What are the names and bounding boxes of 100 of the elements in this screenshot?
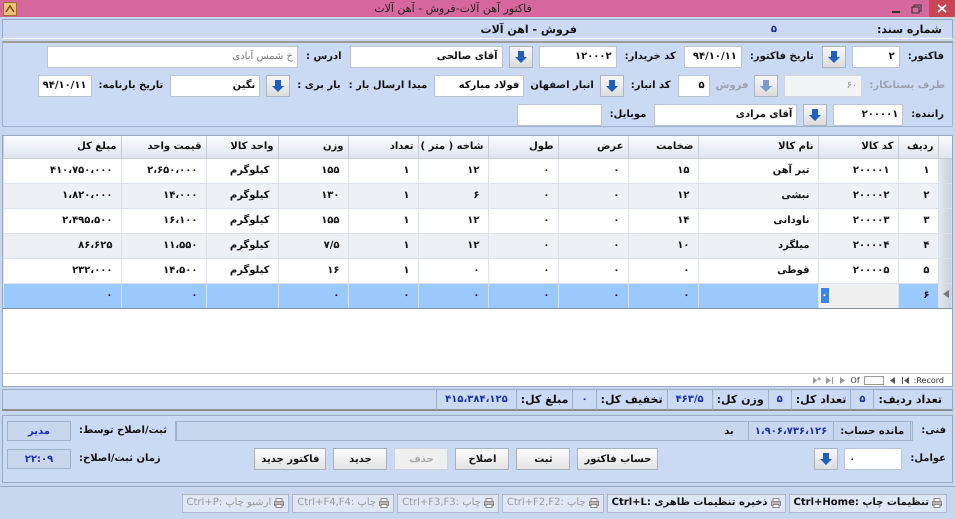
- down-arrow-icon: [826, 50, 841, 64]
- input-field[interactable]: [516, 104, 602, 126]
- lookup-button[interactable]: [822, 46, 846, 68]
- column-header[interactable]: شاخه ( متر ): [418, 136, 488, 158]
- editor-value: مدیر: [7, 421, 71, 441]
- field-label: عوامل:: [909, 452, 947, 466]
- column-header[interactable]: ضخامت: [628, 136, 698, 158]
- table-row[interactable]: ۶ ۰ ۰ ۰ ۰ ۰ ۰ ۰ ۰ ۰: [4, 283, 952, 308]
- down-arrow-icon: [808, 108, 822, 122]
- table-cell: ۱۶،۱۰۰: [163, 215, 198, 226]
- column-header[interactable]: وزن: [278, 136, 348, 158]
- section-title: فروش - اهن آلات: [480, 22, 577, 36]
- table-cell: ۰: [403, 290, 410, 301]
- table-cell: ۱۳۰: [321, 190, 340, 201]
- column-header[interactable]: کد کالا: [818, 136, 898, 158]
- input-field[interactable]: ۰: [844, 448, 902, 470]
- table-cell: ناودانی: [773, 215, 810, 226]
- input-field[interactable]: ۱۲۰۰۰۲: [538, 46, 617, 68]
- table-cell: ۱: [923, 165, 930, 176]
- shortcut-item[interactable]: ذخیره تنظیمات ظاهری :Ctrl+L: [606, 494, 786, 512]
- field-label: کد انبار:: [630, 79, 672, 93]
- lookup-button[interactable]: [508, 46, 533, 68]
- cell-editor[interactable]: ۰: [818, 283, 898, 308]
- input-field[interactable]: ۹۴/۱۰/۱۱: [38, 75, 92, 97]
- field-label: ادرس :: [305, 50, 343, 64]
- table-cell: ۰: [543, 190, 550, 201]
- input-field[interactable]: ۵: [678, 75, 710, 97]
- next-record-icon[interactable]: [838, 376, 847, 384]
- table-row[interactable]: ۳ ۲۰۰۰۰۳ ناودانی ۱۴ ۰ ۰ ۱۲ ۱ ۱۵۵ کیلوگرم ۱۶،۱۰۰ ۲،۴۹۵،۵۰۰: [4, 208, 952, 233]
- input-field[interactable]: ۲۰۰۰۰۱: [833, 104, 904, 126]
- input-field[interactable]: فولاد مبارکه: [434, 75, 524, 97]
- lookup-text: انبار اصفهان: [530, 79, 594, 93]
- table-cell: ۱: [403, 265, 410, 276]
- input-field[interactable]: نگین: [170, 75, 260, 97]
- table-cell: ۱۱،۵۵۰: [163, 240, 198, 251]
- table-cell: ۲۳۲،۰۰۰: [72, 265, 112, 276]
- lookup-button[interactable]: [600, 75, 624, 97]
- table-cell: ۶: [923, 290, 930, 301]
- lookup-button[interactable]: [814, 448, 838, 470]
- table-cell: ۱۰: [677, 240, 690, 251]
- close-icon[interactable]: [929, 0, 955, 17]
- table-cell: ۰: [191, 290, 198, 301]
- table-cell: ۱۵: [677, 165, 690, 176]
- input-field[interactable]: آقای صالحی: [350, 46, 503, 68]
- table-cell: ۶: [473, 190, 480, 201]
- of-label: Of: [850, 376, 860, 384]
- record-label: Record:: [914, 376, 944, 384]
- column-header[interactable]: واحد کالا: [206, 136, 278, 158]
- table-cell: ۰: [613, 240, 620, 251]
- action-button[interactable]: جدید: [333, 448, 388, 470]
- record-number-field[interactable]: [864, 376, 884, 384]
- table-cell: ۰: [613, 165, 620, 176]
- column-header[interactable]: ردیف: [898, 136, 938, 158]
- column-header[interactable]: تعداد: [348, 136, 418, 158]
- input-field[interactable]: ۹۴/۱۰/۱۱: [684, 46, 742, 68]
- field-label: راننده:: [910, 108, 945, 122]
- input-field[interactable]: ۲: [852, 46, 900, 68]
- lookup-button[interactable]: [266, 75, 290, 97]
- table-row[interactable]: ۵ ۲۰۰۰۰۵ قوطی ۰ ۰ ۰ ۰ ۱ ۱۶ کیلوگرم ۱۴،۵۰۰ ۲۳۲،۰۰۰: [4, 258, 952, 283]
- table-cell: ۱۵۵: [321, 165, 340, 176]
- column-header[interactable]: مبلغ کل: [4, 136, 121, 158]
- table-cell: ۱: [403, 165, 410, 176]
- action-button[interactable]: ثبت: [516, 448, 570, 470]
- field-label: فاکتور:: [906, 50, 945, 64]
- restore-icon[interactable]: [909, 2, 923, 16]
- table-cell: ۵: [923, 265, 930, 276]
- column-header[interactable]: عرض: [558, 136, 628, 158]
- new-record-icon[interactable]: [812, 376, 821, 384]
- first-record-icon[interactable]: [900, 376, 910, 384]
- field-label: بار بری :: [296, 79, 342, 93]
- table-cell: ۰: [543, 240, 550, 251]
- action-button[interactable]: حساب فاکتور: [577, 448, 658, 470]
- input-field[interactable]: آقای مرادی: [654, 104, 798, 126]
- action-button[interactable]: فاکتور جدید: [254, 448, 326, 470]
- table-row[interactable]: ۲ ۲۰۰۰۰۲ نبشی ۱۲ ۰ ۰ ۶ ۱ ۱۳۰ کیلوگرم ۱۴،۰۰۰ ۱،۸۲۰،۰۰۰: [4, 183, 952, 208]
- doc-number: ۵: [770, 24, 777, 34]
- printer-icon: [588, 498, 599, 508]
- field-label: طرف بستانکار:: [868, 79, 946, 93]
- lookup-button[interactable]: [803, 104, 828, 126]
- table-cell: ۲۰۰۰۰۳: [852, 215, 890, 226]
- field-label: فنی:: [920, 424, 947, 438]
- total-value: ۴۶۳/۵: [666, 390, 712, 410]
- table-cell: ۰: [543, 290, 550, 301]
- column-header[interactable]: نام کالا: [698, 136, 818, 158]
- table-cell: ۱۲: [467, 215, 480, 226]
- table-row[interactable]: ۴ ۲۰۰۰۰۴ میلگرد ۱۰ ۰ ۰ ۱۲ ۱ ۷/۵ کیلوگرم ۱۱،۵۵۰ ۸۶،۶۲۵: [4, 233, 952, 258]
- action-button[interactable]: اصلاح: [455, 448, 510, 470]
- table-cell: ۰: [613, 190, 620, 201]
- table-cell: ۰: [333, 290, 340, 301]
- down-arrow-icon: [514, 50, 528, 64]
- column-header[interactable]: طول: [488, 136, 558, 158]
- table-cell: ۰: [473, 290, 480, 301]
- table-row[interactable]: ۱ ۲۰۰۰۰۱ تیر آهن ۱۵ ۰ ۰ ۱۲ ۱ ۱۵۵ کیلوگرم ۲،۶۵۰،۰۰۰ ۴۱۰،۷۵۰،۰۰۰: [4, 158, 952, 183]
- column-header[interactable]: قیمت واحد: [121, 136, 206, 158]
- input-field[interactable]: خ شمس آبادی: [47, 46, 298, 68]
- shortcut-item[interactable]: تنظیمات چاپ :Ctrl+Home: [788, 494, 947, 512]
- previous-record-icon[interactable]: [888, 376, 897, 384]
- last-record-icon[interactable]: [824, 376, 834, 384]
- field-label: زمان ثبت/اصلاح:: [78, 452, 162, 466]
- table-cell: ۲،۴۹۵،۵۰۰: [62, 215, 112, 226]
